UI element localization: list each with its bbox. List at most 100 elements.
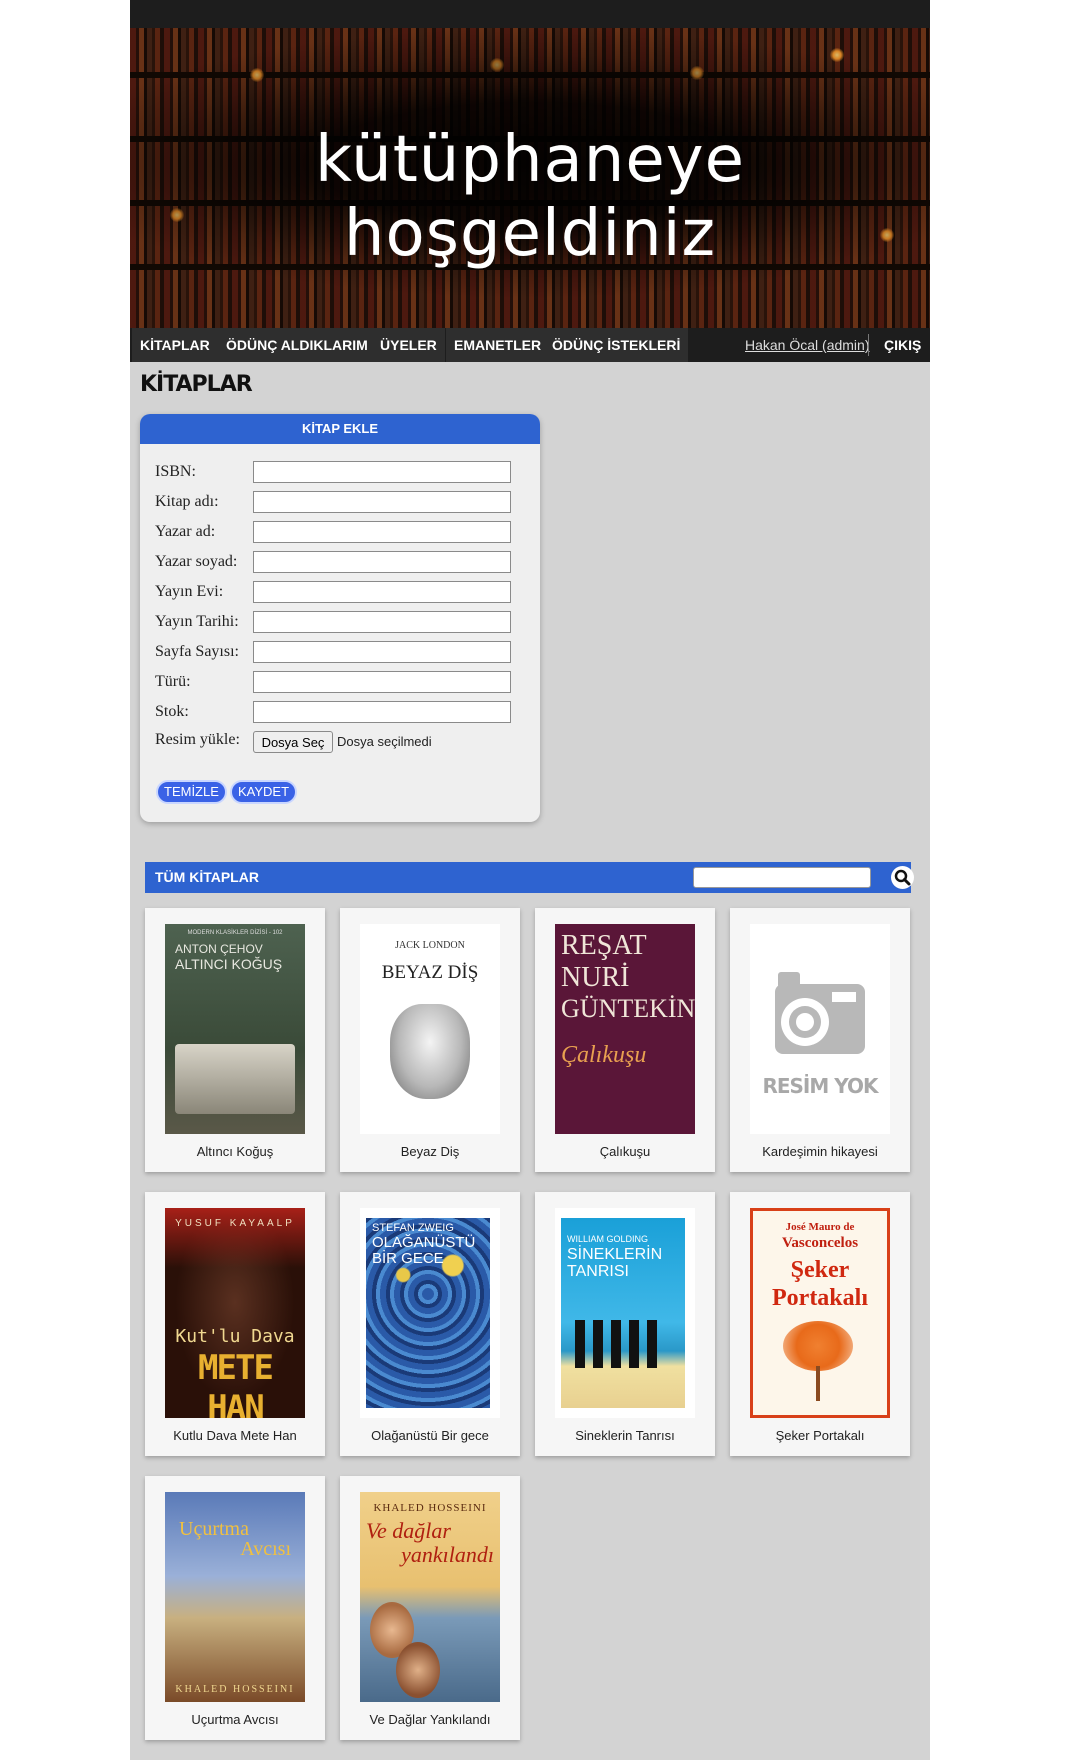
book-title: Beyaz Diş — [400, 1144, 460, 1159]
nav-kitaplar[interactable]: KİTAPLAR — [132, 328, 218, 362]
book-cover: YUSUF KAYAALP Kut'lu Dava METE HAN — [165, 1208, 305, 1418]
cover-text: BEYAZ DİŞ — [381, 962, 479, 983]
book-cover: Uçurtma Avcısı KHALED HOSSEINI — [165, 1492, 305, 1702]
clear-button[interactable]: TEMİZLE — [156, 780, 227, 804]
cover-text: TANRISI — [567, 1263, 629, 1280]
book-card[interactable]: José Mauro de Vasconcelos Şeker Portakal… — [730, 1192, 910, 1456]
book-title: Kutlu Dava Mete Han — [173, 1428, 297, 1443]
banner: kütüphaneye hoşgeldiniz — [130, 28, 930, 328]
nav-odunc-aldiklarim[interactable]: ÖDÜNÇ ALDIKLARIM — [218, 328, 376, 362]
cover-text: yankılandı — [401, 1542, 494, 1567]
file-status: Dosya seçilmedi — [337, 734, 432, 749]
nav-uyeler[interactable]: ÜYELER — [372, 328, 445, 362]
cover-text: JACK LONDON — [395, 940, 465, 951]
magnifier-icon — [894, 869, 911, 886]
book-cover: STEFAN ZWEIG OLAĞANÜSTÜ BİR GECE — [360, 1208, 500, 1418]
cover-text: Çalıkuşu — [561, 1042, 647, 1068]
book-card[interactable]: REŞAT NURİ GÜNTEKİN Çalıkuşu Çalıkuşu — [535, 908, 715, 1172]
publish-date-input[interactable] — [253, 611, 511, 633]
book-card[interactable]: YUSUF KAYAALP Kut'lu Dava METE HAN Kutlu… — [145, 1192, 325, 1456]
stock-label: Stok: — [155, 703, 189, 720]
author-surname-label: Yazar soyad: — [155, 553, 238, 570]
book-card[interactable]: Uçurtma Avcısı KHALED HOSSEINI Uçurtma A… — [145, 1476, 325, 1740]
cover-text: BİR GECE — [372, 1250, 444, 1267]
cover-text: MODERN KLASİKLER DİZİSİ - 102 — [187, 930, 283, 936]
cover-text: OLAĞANÜSTÜ — [372, 1234, 476, 1251]
cover-text: KHALED HOSSEINI — [175, 1684, 295, 1695]
book-card[interactable]: JACK LONDON BEYAZ DİŞ Beyaz Diş — [340, 908, 520, 1172]
author-name-label: Yazar ad: — [155, 523, 216, 540]
book-cover: MODERN KLASİKLER DİZİSİ - 102 ANTON ÇEHO… — [165, 924, 305, 1134]
book-cover: WILLIAM GOLDING SİNEKLERİN TANRISI — [555, 1208, 695, 1418]
cover-text: YUSUF KAYAALP — [175, 1218, 295, 1229]
tree-trunk-art — [816, 1366, 820, 1401]
choose-file-button[interactable]: Dosya Seç — [253, 731, 333, 753]
all-books-header: TÜM KİTAPLAR — [145, 862, 914, 893]
face-art — [396, 1642, 440, 1698]
book-title: Şeker Portakalı — [775, 1428, 865, 1443]
camera-icon — [775, 972, 865, 1054]
genre-input[interactable] — [253, 671, 511, 693]
user-link[interactable]: Hakan Öcal (admin) — [745, 328, 870, 362]
book-card[interactable]: WILLIAM GOLDING SİNEKLERİN TANRISI Sinek… — [535, 1192, 715, 1456]
wolf-art — [390, 1004, 470, 1099]
logout-link[interactable]: ÇIKIŞ — [876, 328, 929, 362]
figures-art — [575, 1320, 665, 1368]
cover-text: NURİ — [561, 962, 630, 993]
form-title: KİTAP EKLE — [140, 414, 540, 444]
cover-text: REŞAT — [561, 930, 647, 961]
author-surname-input[interactable] — [253, 551, 511, 573]
nav-odunc-istekleri[interactable]: ÖDÜNÇ İSTEKLERİ — [544, 328, 689, 362]
page-title: KİTAPLAR — [140, 372, 253, 397]
nav-emanetler[interactable]: EMANETLER — [446, 328, 550, 362]
page-count-input[interactable] — [253, 641, 511, 663]
book-title: Ve Dağlar Yankılandı — [369, 1712, 491, 1727]
page: kütüphaneye hoşgeldiniz KİTAPLAR ÖDÜNÇ A… — [130, 0, 930, 1760]
isbn-label: ISBN: — [155, 463, 196, 480]
book-cover: JACK LONDON BEYAZ DİŞ — [360, 924, 500, 1134]
book-title: Kardeşimin hikayesi — [762, 1144, 878, 1159]
cover-text: ALTINCI KOĞUŞ — [175, 956, 283, 972]
book-card[interactable]: RESİM YOK Kardeşimin hikayesi — [730, 908, 910, 1172]
book-name-label: Kitap adı: — [155, 493, 219, 510]
main-nav: KİTAPLAR ÖDÜNÇ ALDIKLARIM ÜYELER EMANETL… — [130, 328, 930, 362]
cover-text: José Mauro de — [785, 1221, 855, 1233]
cover-sky — [165, 1208, 305, 1268]
book-name-input[interactable] — [253, 491, 511, 513]
page-count-label: Sayfa Sayısı: — [155, 643, 239, 660]
search-input[interactable] — [693, 867, 871, 888]
stock-input[interactable] — [253, 701, 511, 723]
cover-text: GÜNTEKİN — [561, 994, 695, 1023]
book-cover: KHALED HOSSEINI Ve dağlar yankılandı — [360, 1492, 500, 1702]
search-button[interactable] — [891, 866, 914, 889]
isbn-input[interactable] — [253, 461, 511, 483]
tree-art — [783, 1321, 853, 1371]
cover-text: SİNEKLERİN — [567, 1246, 663, 1263]
book-cover: RESİM YOK — [750, 924, 890, 1134]
top-bar — [130, 0, 930, 28]
cover-text: WILLIAM GOLDING — [567, 1234, 649, 1244]
save-button[interactable]: KAYDET — [230, 780, 298, 804]
publish-date-label: Yayın Tarihi: — [155, 613, 239, 630]
cover-text: ANTON ÇEHOV — [175, 942, 263, 956]
book-card[interactable]: MODERN KLASİKLER DİZİSİ - 102 ANTON ÇEHO… — [145, 908, 325, 1172]
cover-text: METE HAN — [198, 1348, 274, 1418]
cover-text: Şeker — [790, 1257, 850, 1283]
cover-text: KHALED HOSSEINI — [373, 1502, 487, 1514]
publisher-label: Yayın Evi: — [155, 583, 224, 600]
publisher-input[interactable] — [253, 581, 511, 603]
cover-text: Vasconcelos — [781, 1235, 859, 1251]
cover-text: RESİM YOK — [762, 1074, 878, 1098]
author-name-input[interactable] — [253, 521, 511, 543]
book-card[interactable]: STEFAN ZWEIG OLAĞANÜSTÜ BİR GECE Olağanü… — [340, 1192, 520, 1456]
nav-separator — [868, 334, 869, 356]
cover-text: Ve dağlar — [366, 1518, 451, 1543]
banner-title: kütüphaneye hoşgeldiniz — [315, 123, 745, 271]
book-cover: REŞAT NURİ GÜNTEKİN Çalıkuşu — [555, 924, 695, 1134]
cover-text: Kut'lu Dava — [175, 1326, 295, 1347]
book-title: Uçurtma Avcısı — [191, 1712, 279, 1727]
book-card[interactable]: KHALED HOSSEINI Ve dağlar yankılandı Ve … — [340, 1476, 520, 1740]
book-cover: José Mauro de Vasconcelos Şeker Portakal… — [750, 1208, 890, 1418]
cover-text: Avcısı — [240, 1538, 291, 1560]
all-books-title: TÜM KİTAPLAR — [155, 869, 259, 885]
